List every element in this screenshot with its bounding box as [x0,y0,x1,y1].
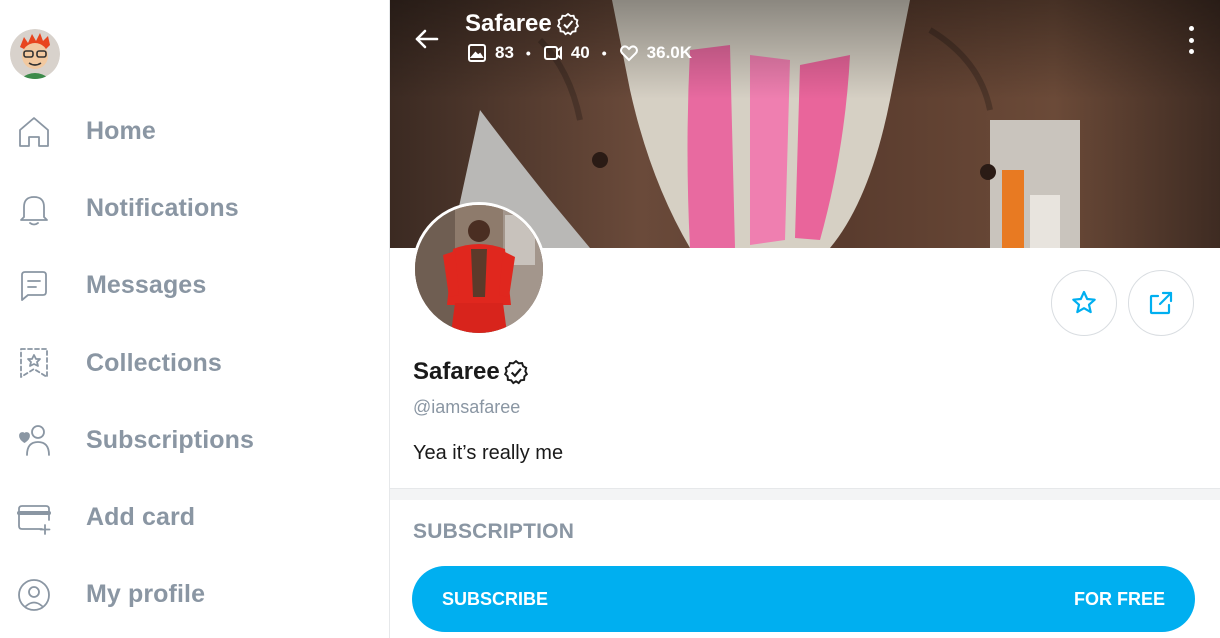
user-avatar-image [10,29,60,79]
sidebar-item-label: Home [86,117,156,146]
sidebar-item-my-profile[interactable]: My profile [0,556,388,633]
image-icon [468,44,486,62]
likes-count: 36.0K [646,43,693,62]
sidebar-item-collections[interactable]: Collections [0,325,388,402]
sidebar-item-label: Messages [86,271,207,300]
user-avatar[interactable] [10,29,60,79]
favorite-button[interactable] [1051,270,1117,336]
header-name-text: Safaree [465,10,552,37]
photos-count: 83 [495,43,514,62]
profile-name-text: Safaree [413,358,500,385]
photos-stat: 83 [467,43,514,63]
likes-stat: 36.0K [619,43,692,63]
videos-count: 40 [570,43,590,62]
sidebar-item-label: Add card [86,503,196,532]
sidebar-item-messages[interactable]: Messages [0,247,388,324]
profile-handle[interactable]: @iamsafaree [413,397,520,418]
credit-card-plus-icon [15,498,55,538]
message-icon [15,266,55,306]
section-divider [390,488,1220,500]
subscribe-button[interactable]: SUBSCRIBE FOR FREE [412,566,1195,632]
arrow-left-icon [415,29,439,49]
more-options-button[interactable] [1185,26,1197,54]
sidebar-item-label: My profile [86,580,206,609]
sidebar-nav: Home Notifications Messages Collections … [0,93,388,633]
subscribe-button-label: SUBSCRIBE [442,588,549,609]
sidebar-item-label: Collections [86,348,222,377]
verified-icon [503,359,528,385]
heart-icon [619,45,638,62]
verified-icon [556,12,579,36]
star-icon [1072,290,1096,314]
sidebar: Home Notifications Messages Collections … [0,0,388,638]
profile-avatar[interactable] [412,202,546,336]
sidebar-item-label: Subscriptions [86,425,254,454]
sidebar-item-notifications[interactable]: Notifications [0,170,388,247]
stat-separator: • [525,45,531,61]
sidebar-item-subscriptions[interactable]: Subscriptions [0,402,388,479]
bookmark-star-icon [15,343,55,383]
profile-name: Safaree [413,358,529,386]
more-dots-icon [1188,26,1194,31]
subscription-section-title: SUBSCRIPTION [413,520,575,543]
home-icon [15,112,55,152]
profile-bio: Yea it’s really me [413,442,564,464]
share-button[interactable] [1128,270,1194,336]
profile-topbar: Safaree 83 • 40 • 36.0K [390,0,1220,80]
bell-icon [15,189,55,229]
user-heart-icon [15,420,55,460]
subscribe-button-price: FOR FREE [1073,588,1165,609]
header-stats: 83 • 40 • 36.0K [467,43,692,63]
header-name: Safaree [465,10,580,38]
cover-image: Safaree 83 • 40 • 36.0K [390,0,1220,248]
back-button[interactable] [412,24,444,56]
stat-separator: • [601,45,607,61]
sidebar-item-label: Notifications [86,194,239,223]
share-icon [1149,291,1173,315]
profile-page: Safaree 83 • 40 • 36.0K Safaree @iamsafa… [389,0,1220,638]
video-icon [543,46,562,60]
profile-avatar-image [415,205,543,333]
sidebar-item-add-card[interactable]: Add card [0,479,388,556]
sidebar-item-home[interactable]: Home [0,93,388,170]
videos-stat: 40 [543,43,590,63]
user-circle-icon [15,575,55,615]
